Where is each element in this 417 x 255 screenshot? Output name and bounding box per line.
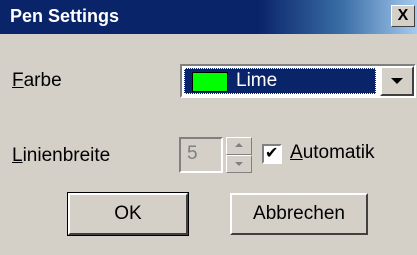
ok-button[interactable]: OK: [67, 192, 189, 236]
line-width-value: 5: [187, 143, 198, 164]
checkmark-icon: ✔: [265, 143, 279, 162]
close-button[interactable]: X: [391, 5, 415, 27]
ok-button-label: OK: [114, 203, 142, 224]
color-dropdown-selection: Lime: [184, 68, 376, 94]
line-width-spinner: [226, 137, 252, 173]
line-width-label-accel: L: [12, 145, 23, 166]
chevron-down-icon[interactable]: [380, 66, 414, 96]
line-width-input[interactable]: 5: [179, 137, 223, 173]
spin-down-icon[interactable]: [226, 155, 252, 173]
color-label-rest: arbe: [23, 70, 62, 91]
color-dropdown[interactable]: Lime: [180, 64, 416, 98]
spin-up-icon[interactable]: [226, 137, 252, 155]
title-bar: Pen Settings X: [0, 0, 417, 34]
dialog-title: Pen Settings: [10, 6, 120, 26]
cancel-button[interactable]: Abbrechen: [230, 193, 368, 235]
line-width-label-rest: inienbreite: [22, 145, 111, 166]
color-label-accel: F: [12, 70, 24, 91]
close-icon: X: [397, 7, 409, 24]
cancel-button-label: Abbrechen: [253, 203, 345, 224]
automatic-label[interactable]: Automatik: [290, 142, 375, 164]
color-label: Farbe: [12, 70, 62, 92]
automatic-label-rest: utomatik: [302, 142, 375, 163]
automatic-checkbox[interactable]: ✔: [262, 143, 282, 164]
color-dropdown-value: Lime: [236, 70, 278, 91]
color-swatch: [192, 72, 228, 92]
line-width-label: Linienbreite: [12, 145, 110, 167]
automatic-label-accel: A: [290, 142, 303, 163]
